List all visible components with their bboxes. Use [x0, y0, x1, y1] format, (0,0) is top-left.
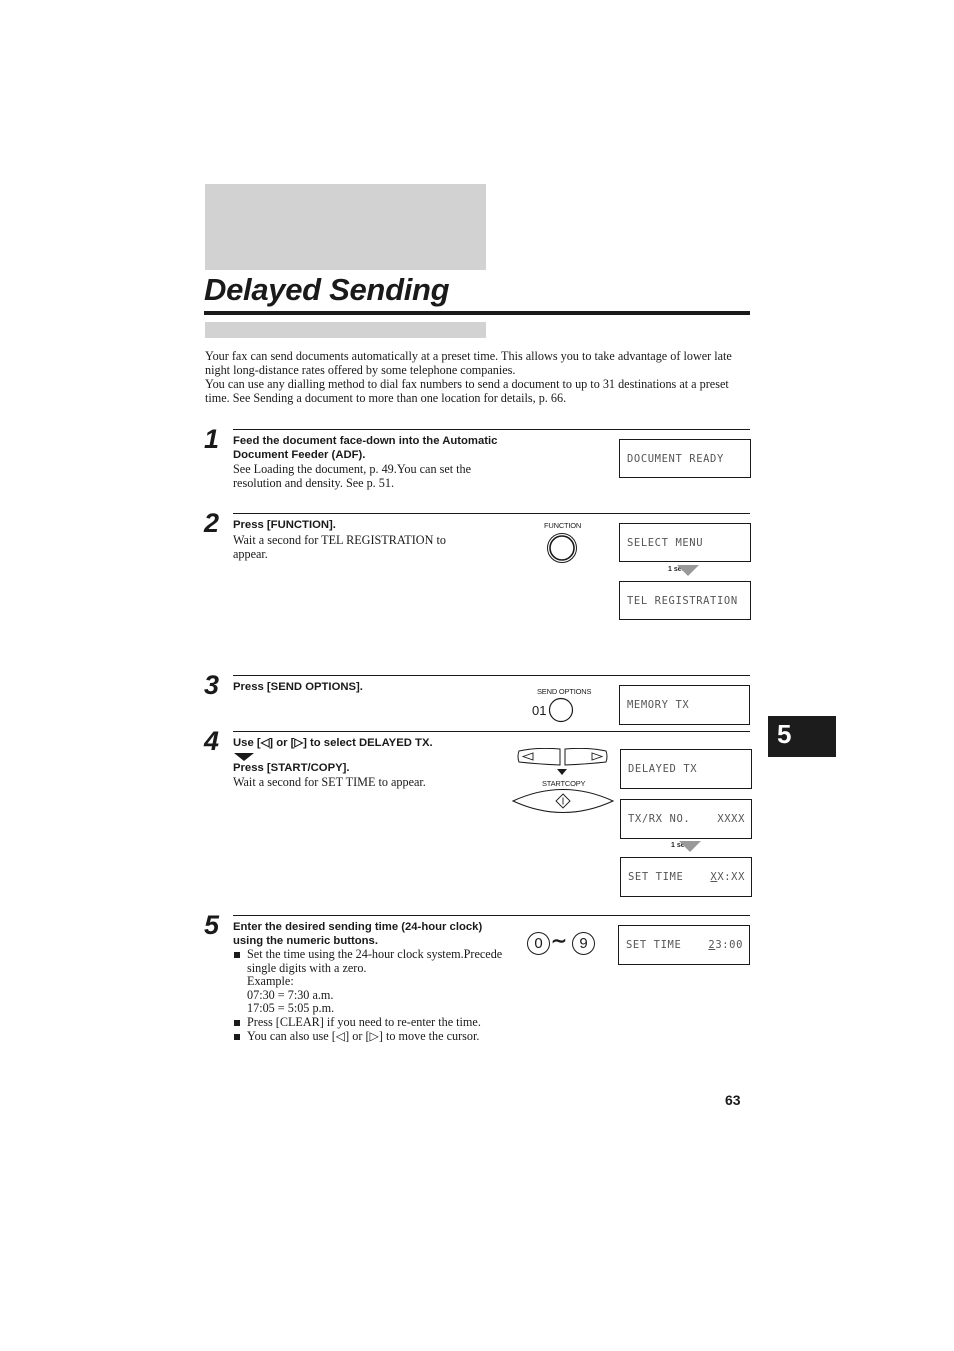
step-divider: [233, 915, 750, 916]
lcd-text: TX/RX NO.: [628, 813, 691, 825]
step-number: 3: [204, 670, 220, 700]
lcd-text: DOCUMENT READY: [627, 452, 724, 465]
step-description: Wait a second for SET TIME to appear.: [233, 775, 426, 789]
bullet-item: Set the time using the 24-hour clock sys…: [233, 947, 503, 1016]
delay-arrow-icon: [679, 841, 701, 852]
numeric-keys: 0 ∼ 9: [527, 931, 597, 958]
lcd-value-rest: X:XX: [717, 871, 745, 883]
lcd-display: TEL REGISTRATION: [619, 581, 751, 620]
step-number: 5: [204, 910, 220, 940]
step-divider: [233, 429, 750, 430]
bullet-line: You can also use [◁] or [▷] to move the …: [247, 1028, 480, 1043]
lcd-display: DOCUMENT READY: [619, 439, 751, 478]
send-options-button-number: 01: [532, 703, 547, 718]
left-arrow-button[interactable]: [517, 748, 562, 766]
step-3-text: Press [SEND OPTIONS].: [233, 681, 503, 695]
start-copy-button[interactable]: [512, 788, 614, 814]
intro-text: Your fax can send documents automaticall…: [205, 349, 750, 405]
key-9[interactable]: 9: [572, 932, 595, 955]
step-number: 2: [204, 508, 220, 538]
lcd-value: XXXX: [717, 813, 745, 825]
delay-arrow-icon: [677, 565, 699, 576]
next-arrow-icon: [234, 752, 254, 761]
title-rule: [204, 311, 750, 315]
lcd-value: 23:00: [708, 939, 743, 951]
step-instruction: Use [◁] or [▷] to select DELAYED TX.: [233, 737, 433, 749]
step-description: See Loading the document, p. 49.You can …: [233, 462, 472, 490]
tilde-separator: ∼: [551, 931, 567, 952]
function-button[interactable]: [546, 532, 578, 564]
step-description: Wait a second for TEL REGISTRATION to ap…: [233, 532, 446, 561]
send-options-button-label: SEND OPTIONS: [537, 687, 592, 696]
intro-paragraph: Your fax can send documents automaticall…: [205, 349, 732, 377]
lcd-value: XX:XX: [710, 871, 745, 883]
bullet-line: 17:05 = 5:05 p.m.: [247, 1001, 335, 1016]
key-0-label: 0: [534, 935, 543, 952]
bullet-item: Press [CLEAR] if you need to re-enter th…: [233, 1014, 503, 1030]
header-grey-block: [205, 184, 486, 270]
step-4-text: Use [◁] or [▷] to select DELAYED TX. Pre…: [233, 737, 503, 789]
lcd-display: MEMORY TX: [619, 685, 750, 725]
intro-paragraph: You can use any dialling method to dial …: [205, 377, 729, 405]
step-number: 1: [204, 424, 220, 454]
step-5-text: Enter the desired sending time (24-hour …: [233, 921, 503, 1043]
lcd-text: TEL REGISTRATION: [627, 594, 738, 607]
lcd-text: MEMORY TX: [627, 699, 690, 711]
step-instruction: Feed the document face-down into the Aut…: [233, 435, 498, 461]
step-2-text: Press [FUNCTION]. Wait a second for TEL …: [233, 519, 478, 561]
lcd-display: SET TIME XX:XX: [620, 857, 752, 897]
page-number: 63: [725, 1092, 741, 1108]
step-number: 4: [204, 726, 220, 756]
page-title: Delayed Sending: [204, 272, 450, 307]
step-instruction: Enter the desired sending time (24-hour …: [233, 921, 483, 947]
step-bullets: Set the time using the 24-hour clock sys…: [233, 947, 503, 1044]
down-arrow-icon: [557, 769, 567, 775]
chapter-tab: 5: [768, 716, 836, 757]
lcd-display: TX/RX NO. XXXX: [620, 799, 752, 839]
bullet-line: Set the time using the 24-hour clock sys…: [247, 947, 503, 975]
subheader-grey-bar: [205, 322, 486, 338]
step-instruction: Press [SEND OPTIONS].: [233, 681, 363, 693]
step-divider: [233, 675, 750, 676]
lcd-value-rest: 3:00: [715, 939, 743, 951]
step-instruction-2: Press [START/COPY].: [233, 761, 350, 774]
bullet-line: Press [CLEAR] if you need to re-enter th…: [247, 1014, 481, 1029]
lcd-display: SELECT MENU: [619, 523, 751, 562]
lcd-text: SET TIME: [628, 871, 684, 883]
key-0[interactable]: 0: [527, 932, 550, 955]
lcd-text: SELECT MENU: [627, 536, 704, 549]
step-divider: [233, 513, 750, 514]
send-options-button[interactable]: [548, 697, 574, 723]
lcd-display: DELAYED TX: [620, 749, 752, 789]
key-9-label: 9: [579, 935, 588, 952]
bullet-item: You can also use [◁] or [▷] to move the …: [233, 1028, 503, 1044]
bullet-line: Example:: [247, 974, 294, 989]
bullet-line: 07:30 = 7:30 a.m.: [247, 987, 334, 1002]
right-arrow-button[interactable]: [563, 748, 608, 766]
step-divider: [233, 731, 750, 732]
step-1-text: Feed the document face-down into the Aut…: [233, 435, 498, 490]
lcd-display: SET TIME 23:00: [618, 925, 750, 965]
function-button-label: FUNCTION: [544, 521, 582, 530]
lcd-text: SET TIME: [626, 939, 682, 951]
start-copy-button-label: STARTCOPY: [542, 779, 586, 788]
step-instruction: Press [FUNCTION].: [233, 519, 336, 531]
lcd-text: DELAYED TX: [628, 763, 698, 775]
chapter-number: 5: [777, 719, 792, 749]
